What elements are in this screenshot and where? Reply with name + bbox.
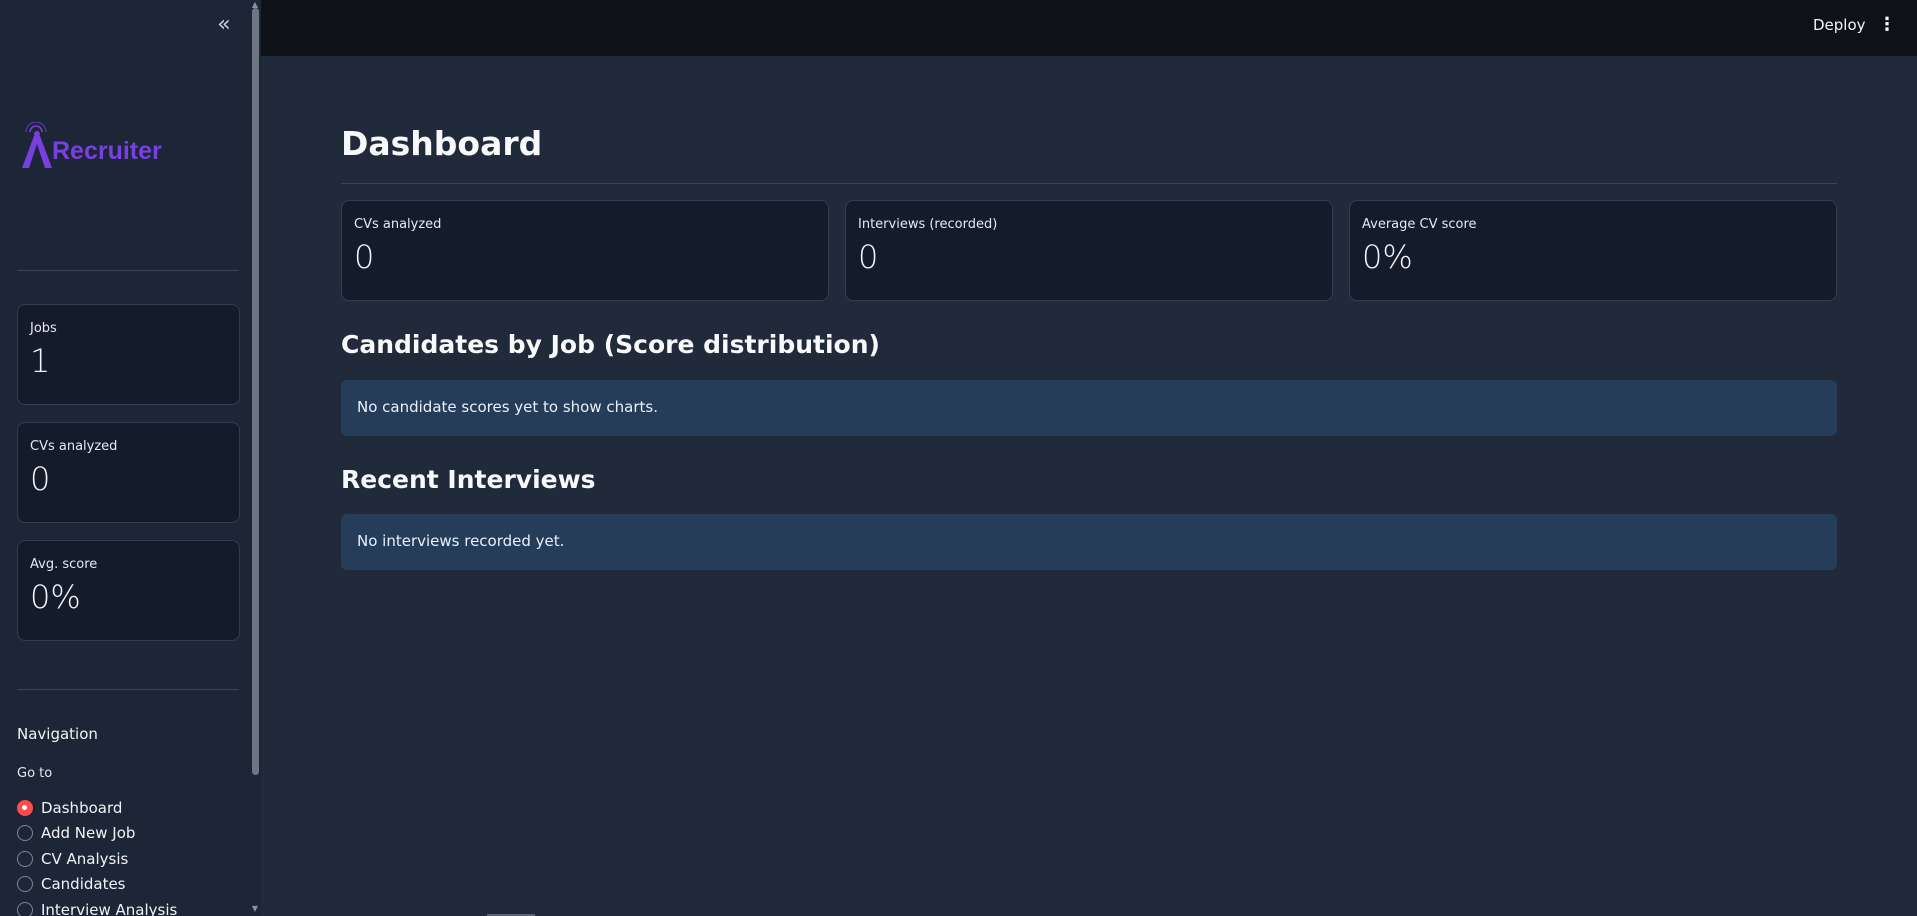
metric-value: 0% (30, 578, 81, 616)
scroll-down-arrow-icon[interactable]: ▼ (249, 904, 261, 913)
sidebar-scrollbar-thumb[interactable] (252, 8, 259, 775)
app-logo: Recruiter (18, 112, 178, 172)
nav-radio-label[interactable]: Candidates (41, 875, 126, 893)
main-menu-icon[interactable]: ⋮ (1878, 14, 1896, 38)
sidebar-divider (17, 689, 239, 690)
scroll-up-arrow-icon[interactable]: ▲ (249, 0, 261, 9)
metric-average-cv-score: Average CV score 0% (1349, 200, 1837, 301)
interviews-info-alert: No interviews recorded yet. (341, 514, 1837, 570)
metric-value: 0 (30, 460, 51, 498)
metric-value: 0% (1362, 238, 1413, 276)
candidates-section-title: Candidates by Job (Score distribution) (341, 330, 880, 359)
nav-radio-label[interactable]: Add New Job (41, 824, 135, 842)
metric-label: Average CV score (1362, 217, 1477, 232)
sidebar-metric-cvs-analyzed: CVs analyzed 0 (17, 422, 240, 523)
radio-selected-icon[interactable] (17, 799, 33, 816)
nav-radio-add-new-job[interactable]: Add New Job (17, 821, 177, 847)
goto-label: Go to (17, 766, 53, 781)
nav-radio-label[interactable]: CV Analysis (41, 850, 128, 868)
app-root: « Recruiter Jobs 1 CVs analyzed 0 Avg. s… (0, 0, 1917, 916)
nav-radio-dashboard[interactable]: Dashboard (17, 795, 177, 821)
metric-cvs-analyzed: CVs analyzed 0 (341, 200, 829, 301)
title-divider (341, 183, 1837, 184)
recent-interviews-title: Recent Interviews (341, 465, 596, 494)
sidebar-divider (17, 270, 239, 271)
metric-value: 0 (858, 238, 879, 276)
radio-unselected-icon[interactable] (17, 850, 33, 867)
radio-unselected-icon[interactable] (17, 901, 33, 916)
sidebar-metric-avg-score: Avg. score 0% (17, 540, 240, 641)
nav-radio-label[interactable]: Dashboard (41, 799, 122, 817)
nav-radio-cv-analysis[interactable]: CV Analysis (17, 846, 177, 872)
top-toolbar (261, 0, 1917, 56)
nav-radio-candidates[interactable]: Candidates (17, 872, 177, 898)
sidebar-metric-jobs: Jobs 1 (17, 304, 240, 405)
nav-radio-interview-analysis[interactable]: Interview Analysis (17, 897, 177, 916)
metric-value: 1 (30, 342, 51, 380)
metric-label: CVs analyzed (30, 439, 118, 454)
nav-radio-label[interactable]: Interview Analysis (41, 901, 177, 916)
metric-label: Avg. score (30, 557, 98, 572)
metric-label: Jobs (30, 321, 57, 336)
candidates-info-alert: No candidate scores yet to show charts. (341, 380, 1837, 436)
collapse-sidebar-icon[interactable]: « (212, 14, 236, 38)
logo-mark-icon (22, 122, 52, 168)
page-radio-group: Dashboard Add New Job CV Analysis Candid… (17, 795, 177, 916)
navigation-title: Navigation (17, 725, 98, 743)
sidebar: « Recruiter Jobs 1 CVs analyzed 0 Avg. s… (0, 0, 261, 916)
radio-unselected-icon[interactable] (17, 825, 33, 842)
metric-value: 0 (354, 238, 375, 276)
radio-unselected-icon[interactable] (17, 876, 33, 893)
logo-text: Recruiter (52, 137, 162, 165)
deploy-button[interactable]: Deploy (1813, 16, 1866, 34)
metric-interviews-recorded: Interviews (recorded) 0 (845, 200, 1333, 301)
metric-label: Interviews (recorded) (858, 217, 998, 232)
page-title: Dashboard (341, 124, 543, 163)
metric-label: CVs analyzed (354, 217, 442, 232)
